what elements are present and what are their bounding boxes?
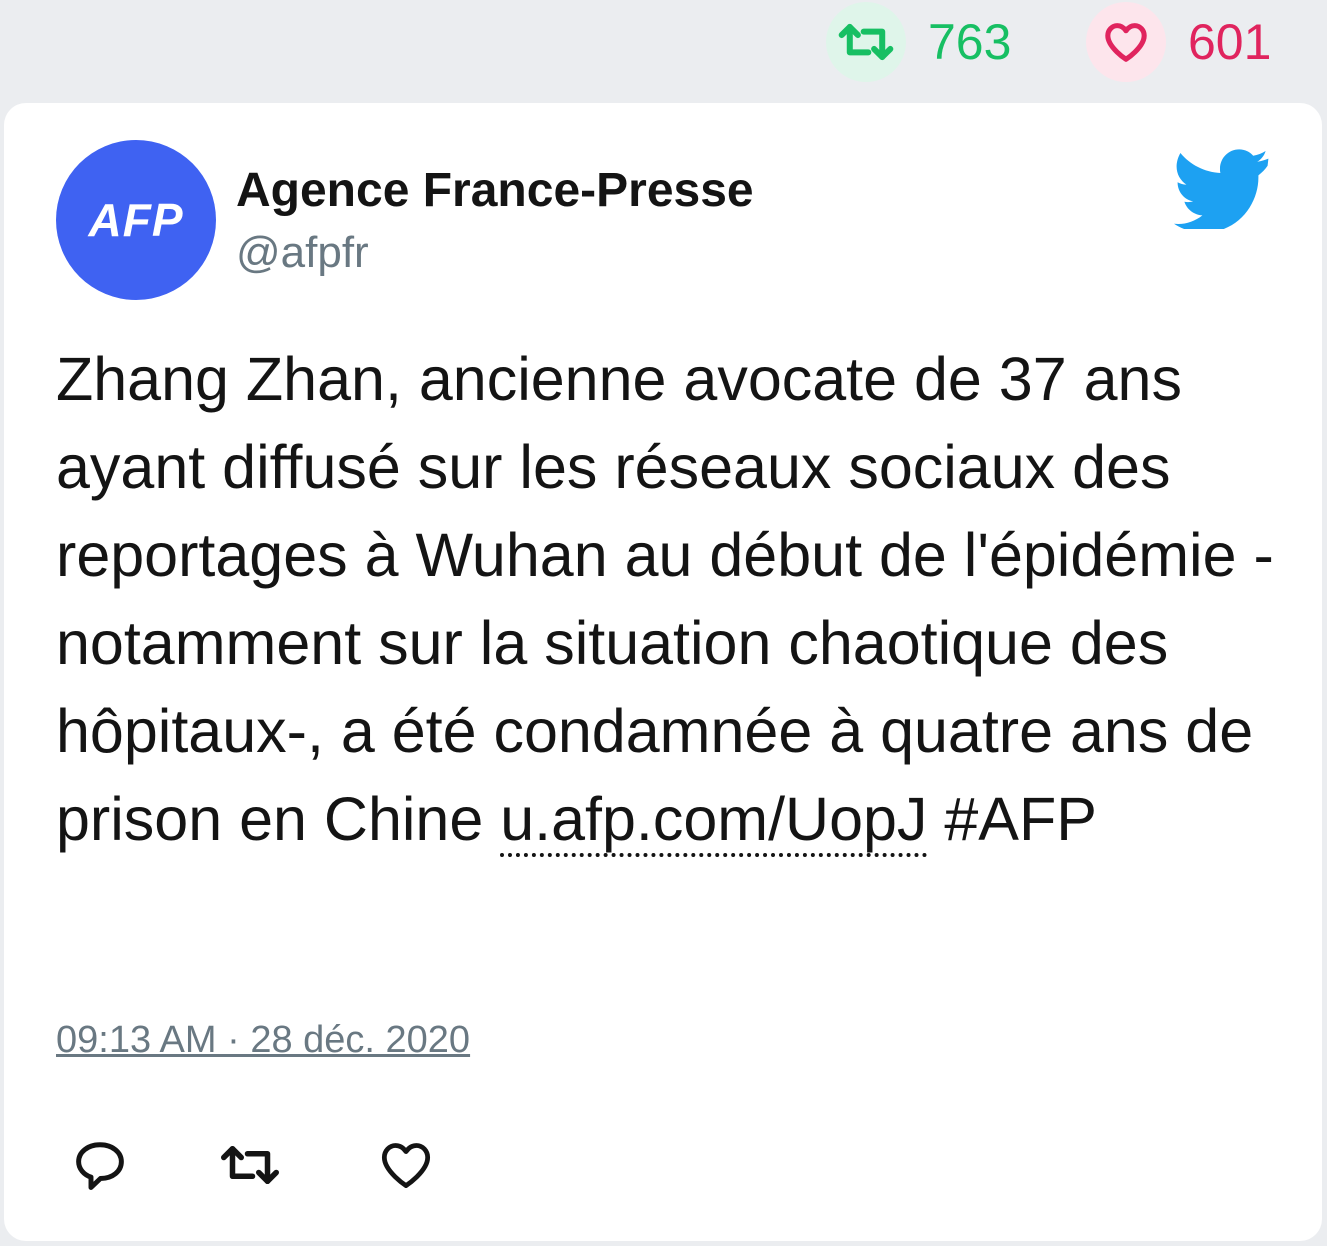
tweet-body: Zhang Zhan, ancienne avocate de 37 ans a…: [56, 345, 1274, 853]
twitter-bird-icon[interactable]: [1174, 149, 1270, 234]
reply-icon: [76, 1142, 124, 1190]
heart-action-icon: [381, 1143, 431, 1188]
retweet-stat[interactable]: 763: [826, 0, 1011, 84]
engagement-stats: 763 601: [0, 0, 1327, 100]
author-name[interactable]: Agence France-Presse: [236, 167, 754, 215]
tweet-card: AFP Agence France-Presse @afpfr Zhang Zh…: [4, 103, 1322, 1241]
tweet-link[interactable]: u.afp.com/UopJ: [500, 785, 928, 857]
avatar[interactable]: AFP: [56, 140, 216, 300]
retweet-action-icon: [221, 1146, 279, 1184]
tweet-actions: [4, 1133, 1322, 1203]
like-count: 601: [1188, 14, 1272, 70]
like-button[interactable]: [374, 1133, 438, 1197]
heart-icon[interactable]: [1086, 2, 1166, 82]
tweet-timestamp[interactable]: 09:13 AM · 28 déc. 2020: [56, 1021, 470, 1059]
hashtag-link[interactable]: #AFP: [927, 785, 1097, 853]
author-handle[interactable]: @afpfr: [236, 231, 369, 275]
retweet-count: 763: [928, 14, 1012, 70]
tweet-text: Zhang Zhan, ancienne avocate de 37 ans a…: [56, 335, 1276, 863]
retweet-button[interactable]: [218, 1133, 282, 1197]
reply-button[interactable]: [68, 1133, 132, 1197]
retweet-icon[interactable]: [826, 2, 906, 82]
like-stat[interactable]: 601: [1086, 0, 1271, 84]
avatar-logo-text: AFP: [88, 194, 184, 246]
